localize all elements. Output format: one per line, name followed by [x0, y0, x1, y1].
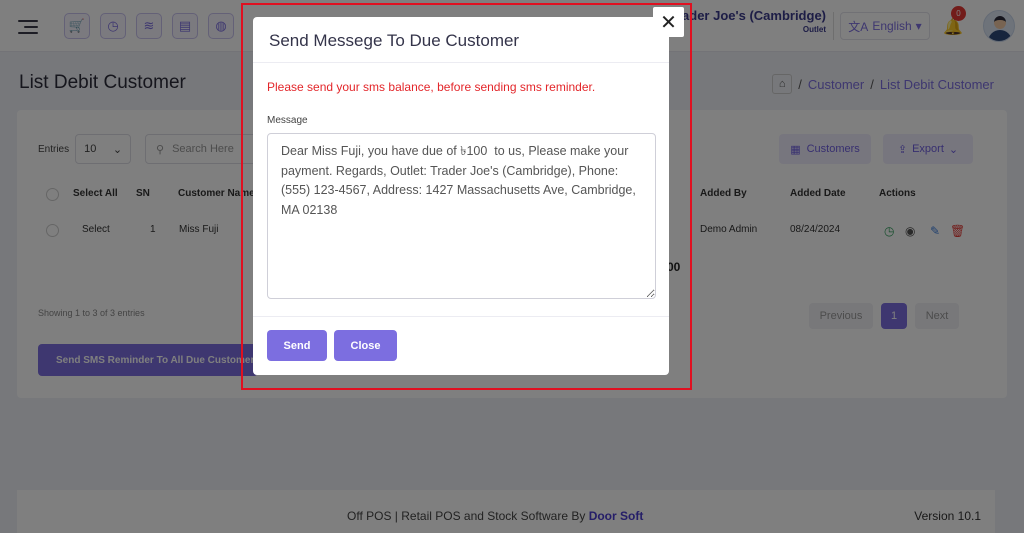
- close-button[interactable]: Close: [334, 330, 397, 361]
- message-label: Message: [267, 115, 308, 126]
- close-icon[interactable]: ✕: [653, 7, 684, 37]
- sms-balance-warning: Please send your sms balance, before sen…: [267, 80, 596, 94]
- send-message-modal: Send Messege To Due Customer Please send…: [253, 17, 669, 375]
- message-textarea[interactable]: Dear Miss Fuji, you have due of ৳100 to …: [267, 133, 656, 299]
- modal-title: Send Messege To Due Customer: [253, 17, 669, 63]
- modal-divider: [253, 316, 669, 317]
- send-button[interactable]: Send: [267, 330, 327, 361]
